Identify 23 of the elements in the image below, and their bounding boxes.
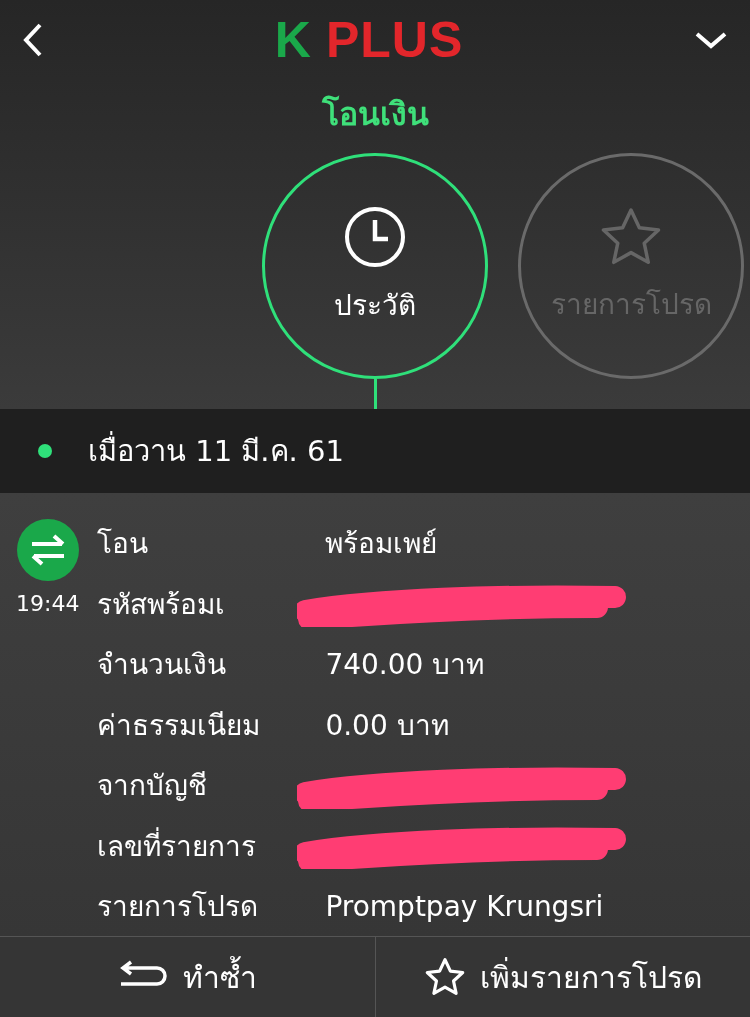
action-button[interactable]: ทำซ้ำ bbox=[0, 937, 375, 1017]
field-value: 740.00 บาท bbox=[325, 647, 485, 684]
back-icon[interactable] bbox=[22, 22, 44, 58]
logo: K PLUS bbox=[274, 11, 464, 69]
clock-icon bbox=[343, 205, 407, 269]
page-title: โอนเงิน bbox=[321, 94, 429, 135]
status-dot bbox=[38, 444, 52, 458]
field-label: รหัสพร้อมเ bbox=[97, 586, 227, 623]
tab[interactable]: ประวัติ bbox=[262, 153, 488, 379]
field-label: จำนวนเงิน bbox=[97, 647, 228, 684]
star-icon bbox=[423, 957, 466, 998]
field-value: พร้อมเพย์ bbox=[325, 526, 438, 563]
field-label: เลขที่รายการ bbox=[97, 826, 258, 865]
field-value: Promptpay Krungsri bbox=[325, 889, 604, 923]
field-label: จากบัญชี bbox=[97, 768, 209, 805]
date-label: เมื่อวาน 11 มี.ค. 61 bbox=[88, 428, 344, 474]
field-value: 0.00 บาท bbox=[325, 707, 449, 744]
action-button[interactable]: เพิ่มรายการโปรด bbox=[374, 937, 750, 1017]
field-label: รายการโปรด bbox=[97, 889, 260, 926]
transaction-time: 19:44 bbox=[16, 591, 80, 616]
field-label: ค่าธรรมเนียม bbox=[97, 707, 262, 744]
field-label: โอน bbox=[97, 526, 150, 563]
chevron-down-icon[interactable] bbox=[694, 30, 728, 50]
